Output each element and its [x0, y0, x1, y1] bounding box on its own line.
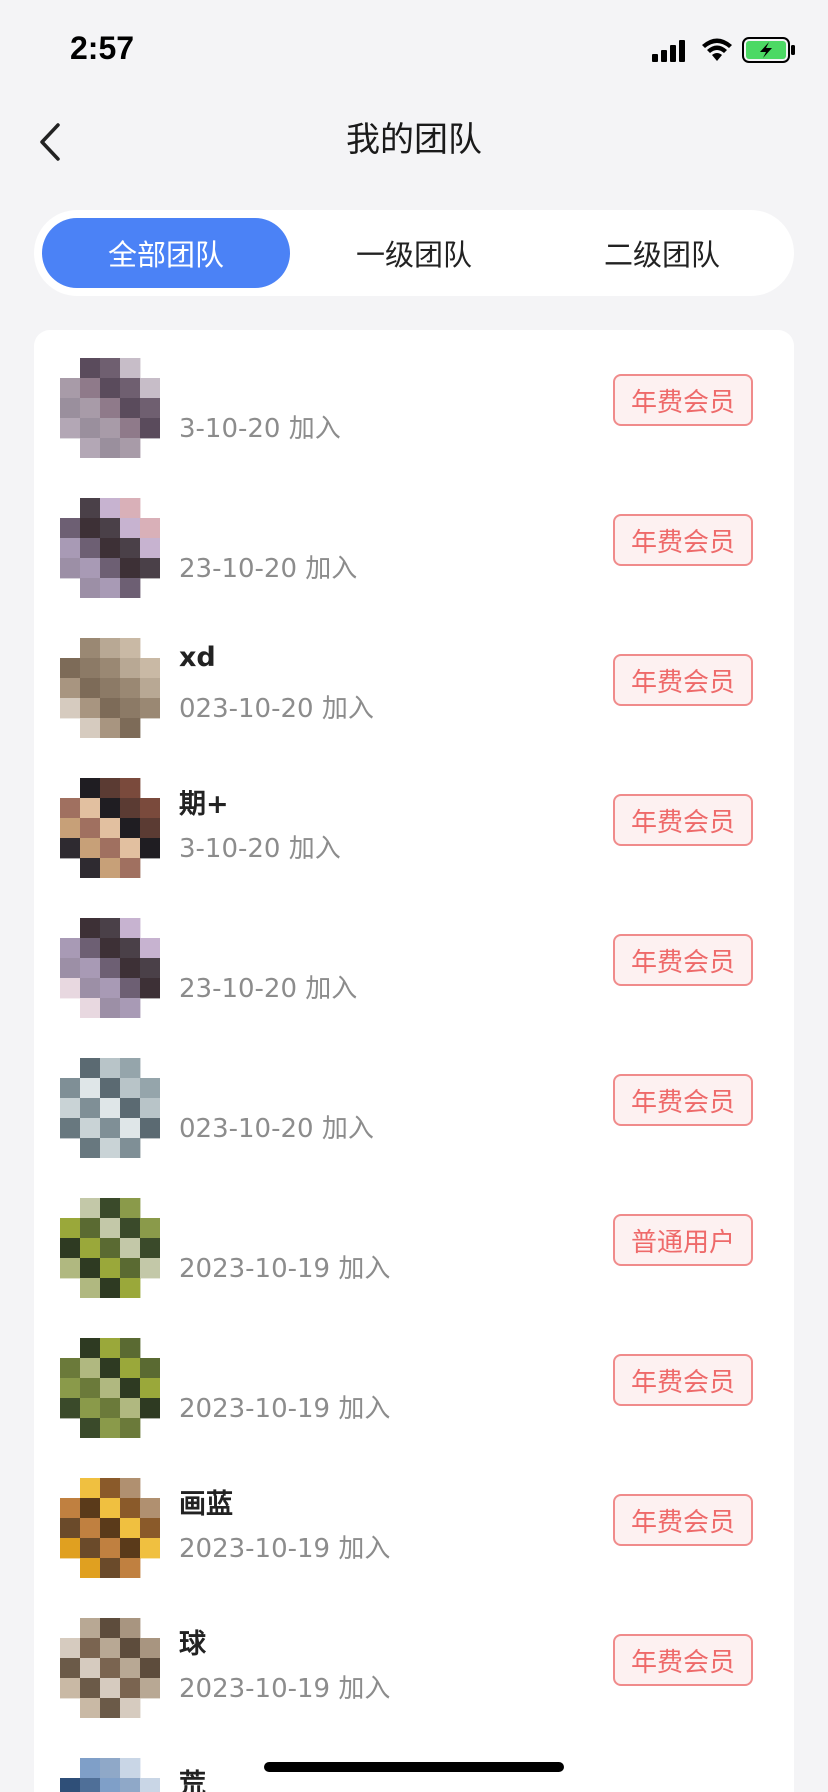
join-info: 023-10-20 加入 [179, 1108, 374, 1145]
avatar [60, 358, 160, 458]
join-date: 3-10-20 [179, 414, 281, 444]
avatar [60, 778, 160, 878]
avatar [60, 1618, 160, 1718]
member-name: 荒 [179, 1769, 206, 1792]
avatar [60, 1058, 160, 1158]
membership-badge: 年费会员 [613, 1354, 753, 1406]
avatar [60, 918, 160, 1018]
membership-badge: 年费会员 [613, 1074, 753, 1126]
member-name: 球 [179, 1629, 206, 1660]
member-row[interactable]: 23-10-20 加入 年费会员 [34, 890, 794, 1030]
status-bar: 2:57 [0, 0, 828, 96]
avatar [60, 638, 160, 738]
join-date: 23-10-20 [179, 554, 298, 584]
membership-badge: 年费会员 [613, 1494, 753, 1546]
join-info: 023-10-20 加入 [179, 688, 374, 725]
avatar [60, 1198, 160, 1298]
member-row[interactable]: 2023-10-19 加入 年费会员 [34, 1310, 794, 1450]
join-info: 2023-10-19 加入 [179, 1668, 390, 1705]
join-info: 3-10-20 加入 [179, 828, 341, 865]
avatar [60, 1338, 160, 1438]
member-list: 3-10-20 加入 年费会员 23-10-20 加入 年费会员 xd 023-10-20… [34, 330, 794, 1792]
join-date: 2023-10-19 [179, 1394, 331, 1424]
join-suffix: 加入 [305, 974, 358, 1004]
member-name: 画蓝 [179, 1489, 233, 1520]
join-date: 2023-10-19 [179, 1254, 331, 1284]
join-suffix: 加入 [321, 694, 374, 724]
join-info: 3-10-20 加入 [179, 408, 341, 445]
member-row[interactable]: 期+ 3-10-20 加入 年费会员 [34, 750, 794, 890]
avatar [60, 1758, 160, 1792]
join-date: 023-10-20 [179, 694, 314, 724]
join-info: 23-10-20 加入 [179, 968, 357, 1005]
home-indicator [264, 1762, 564, 1772]
join-date: 2023-10-19 [179, 1534, 331, 1564]
tab-all-teams[interactable]: 全部团队 [42, 218, 290, 288]
member-row[interactable]: 3-10-20 加入 年费会员 [34, 330, 794, 470]
join-suffix: 加入 [338, 1394, 391, 1424]
nav-bar: 我的团队 [0, 96, 828, 192]
join-info: 2023-10-19 加入 [179, 1388, 390, 1425]
tab-level-one-team[interactable]: 一级团队 [290, 218, 538, 288]
join-suffix: 加入 [338, 1674, 391, 1704]
member-name: 期+ [179, 789, 229, 820]
member-row[interactable]: 2023-10-19 加入 普通用户 [34, 1170, 794, 1310]
join-info: 23-10-20 加入 [179, 548, 357, 585]
join-date: 2023-10-19 [179, 1674, 331, 1704]
signal-icon [652, 40, 685, 62]
membership-badge: 年费会员 [613, 794, 753, 846]
membership-badge: 年费会员 [613, 1634, 753, 1686]
member-row[interactable]: 023-10-20 加入 年费会员 [34, 1030, 794, 1170]
membership-badge: 年费会员 [613, 374, 753, 426]
page-title: 我的团队 [346, 120, 482, 160]
membership-badge: 普通用户 [613, 1214, 753, 1266]
status-time: 2:57 [70, 30, 135, 66]
join-suffix: 加入 [338, 1534, 391, 1564]
member-row[interactable]: 23-10-20 加入 年费会员 [34, 470, 794, 610]
join-date: 23-10-20 [179, 974, 298, 1004]
join-info: 2023-10-19 加入 [179, 1248, 390, 1285]
membership-badge: 年费会员 [613, 514, 753, 566]
member-row[interactable]: 画蓝 2023-10-19 加入 年费会员 [34, 1450, 794, 1590]
avatar [60, 1478, 160, 1578]
wifi-icon [702, 38, 732, 61]
join-suffix: 加入 [288, 414, 341, 444]
join-date: 3-10-20 [179, 834, 281, 864]
member-row[interactable]: 荒 [34, 1730, 794, 1792]
tab-level-two-team[interactable]: 二级团队 [538, 218, 786, 288]
join-suffix: 加入 [321, 1114, 374, 1144]
membership-badge: 年费会员 [613, 934, 753, 986]
membership-badge: 年费会员 [613, 654, 753, 706]
join-suffix: 加入 [338, 1254, 391, 1284]
join-suffix: 加入 [288, 834, 341, 864]
join-date: 023-10-20 [179, 1114, 314, 1144]
join-info: 2023-10-19 加入 [179, 1528, 390, 1565]
avatar [60, 498, 160, 598]
member-row[interactable]: 球 2023-10-19 加入 年费会员 [34, 1590, 794, 1730]
team-tabs: 全部团队 一级团队 二级团队 [34, 210, 794, 296]
member-name: xd [179, 642, 216, 673]
battery-charging-icon [742, 37, 795, 63]
join-suffix: 加入 [305, 554, 358, 584]
member-row[interactable]: xd 023-10-20 加入 年费会员 [34, 610, 794, 750]
